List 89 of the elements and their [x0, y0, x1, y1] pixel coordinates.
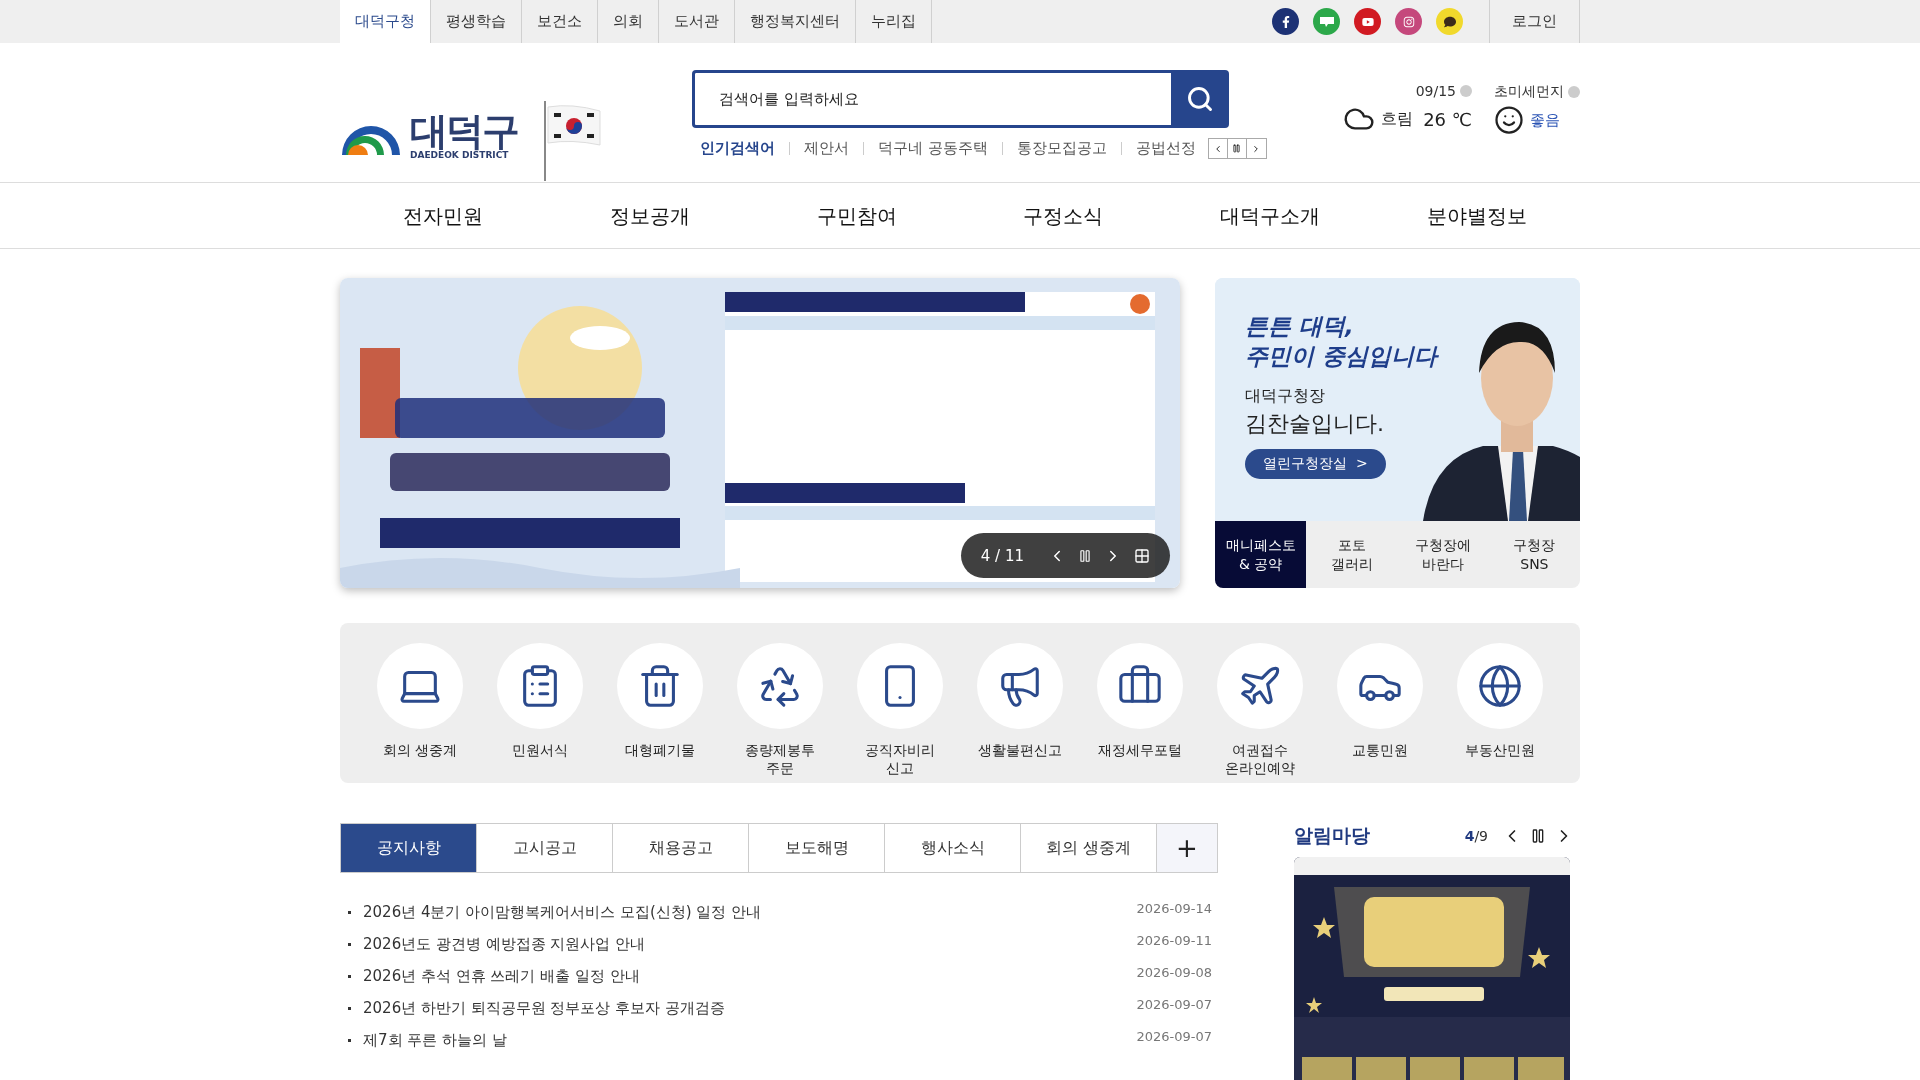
slide-counter: 4 / 11: [980, 546, 1024, 565]
slogan: 튼튼 대덕,: [1245, 312, 1355, 341]
social-link[interactable]: [1436, 8, 1463, 35]
site-tab[interactable]: 도서관: [659, 0, 735, 43]
site-tab[interactable]: 행정복지센터: [735, 0, 856, 43]
quick-link[interactable]: 부동산민원: [1445, 643, 1555, 760]
office-button[interactable]: 열린구청장실 >: [1245, 448, 1386, 479]
site-tab[interactable]: 의회: [598, 0, 659, 43]
social-link[interactable]: [1354, 8, 1381, 35]
pause-button[interactable]: [1078, 548, 1092, 563]
nav-item[interactable]: 전자민원: [340, 202, 547, 230]
weather-condition: 흐림: [1381, 108, 1414, 130]
post-title[interactable]: 2026년 하반기 퇴직공무원 정부포상 후보자 공개검증: [363, 999, 725, 1018]
board-tab[interactable]: 공지사항: [341, 824, 477, 872]
slide-counter: 4/9: [1464, 828, 1488, 844]
quick-link[interactable]: 재정세무포털: [1085, 643, 1195, 760]
speech-bubble-icon: [1443, 15, 1456, 28]
quick-link[interactable]: 생활불편신고: [965, 643, 1075, 760]
play-icon: [1361, 15, 1374, 28]
mayor-tab[interactable]: 매니페스토 & 공약: [1215, 521, 1307, 588]
quick-link[interactable]: 회의 생중계: [365, 643, 475, 760]
nav-item[interactable]: 구정소식: [960, 202, 1167, 230]
popular-term[interactable]: 제안서: [804, 139, 849, 158]
quick-link[interactable]: 대형폐기물: [605, 643, 715, 760]
quick-link-label: 부동산민원: [1465, 741, 1535, 760]
quick-link-label: 종량제봉투 주문: [745, 741, 815, 778]
site-tab[interactable]: 누리집: [856, 0, 932, 43]
quick-link-label: 재정세무포털: [1098, 741, 1182, 760]
slogan: 주민이 중심입니다: [1245, 341, 1440, 371]
quick-link-label: 교통민원: [1352, 741, 1408, 760]
quick-link-label: 회의 생중계: [382, 741, 458, 760]
quick-link[interactable]: 종량제봉투 주문: [725, 643, 835, 778]
speech-bubble-icon: [1318, 15, 1335, 28]
post-title[interactable]: 2026년 추석 연휴 쓰레기 배출 일정 안내: [363, 967, 640, 986]
mayor-title: 대덕구청장: [1245, 385, 1326, 407]
logo-name: 대덕구: [410, 112, 518, 150]
pause-button[interactable]: [1530, 828, 1546, 844]
search-field[interactable]: 검색어를 입력하세요: [692, 70, 1171, 128]
post-date: 2026-09-08: [1136, 965, 1212, 980]
popular-term[interactable]: 덕구네 공동주택: [878, 139, 988, 158]
post-date: 2026-09-07: [1136, 1029, 1212, 1044]
post-date: 2026-09-14: [1136, 901, 1212, 916]
search-icon: [1186, 85, 1214, 113]
nav-item[interactable]: 대덕구소개: [1166, 202, 1374, 230]
post-title[interactable]: 제7회 푸른 하늘의 날: [363, 1031, 507, 1050]
quick-link[interactable]: 여권접수 온라인예약: [1205, 643, 1315, 778]
mayor-tab[interactable]: 포토 갤러리: [1306, 521, 1398, 588]
section-title: 알림마당: [1294, 823, 1370, 848]
post-date: 2026-09-11: [1136, 933, 1212, 948]
quick-link-label: 민원서식: [512, 741, 568, 760]
smile-icon: [1494, 105, 1524, 135]
site-tab[interactable]: 대덕구청: [340, 0, 431, 43]
air-status: 좋음: [1530, 110, 1560, 130]
grid-button[interactable]: [1134, 547, 1150, 564]
nav-item[interactable]: 정보공개: [546, 202, 754, 230]
pause-icon: [1078, 548, 1092, 563]
search-button[interactable]: [1171, 70, 1229, 128]
weather-date: 09/15: [1415, 83, 1456, 99]
globe-icon: [1477, 663, 1523, 709]
quick-link-label: 생활불편신고: [978, 741, 1062, 760]
nav-item[interactable]: 분야별정보: [1373, 202, 1581, 230]
quick-link-label: 대형폐기물: [625, 741, 695, 760]
mayor-tab[interactable]: 구청장에 바란다: [1397, 521, 1489, 588]
mayor-tab[interactable]: 구청장 SNS: [1488, 521, 1580, 588]
nav-item[interactable]: 구민참여: [753, 202, 960, 230]
temperature: 26 ℃: [1423, 108, 1472, 130]
camera-icon: [1402, 15, 1415, 28]
pause-icon: [1530, 828, 1546, 844]
social-link[interactable]: [1272, 8, 1299, 35]
quick-link-label: 공직자비리 신고: [865, 741, 935, 778]
site-tab[interactable]: 보건소: [522, 0, 598, 43]
quick-link[interactable]: 민원서식: [485, 643, 595, 760]
more-button[interactable]: +: [1157, 824, 1217, 872]
login-link[interactable]: 로그인: [1489, 0, 1580, 43]
air-label: 초미세먼지: [1494, 83, 1564, 101]
popular-label: 인기검색어: [700, 139, 775, 158]
popular-term[interactable]: 공법선정: [1135, 139, 1196, 158]
mayor-name: 김찬술입니다.: [1245, 409, 1385, 438]
post-title[interactable]: 2026년도 광견병 예방접종 지원사업 안내: [363, 935, 646, 954]
popular-term[interactable]: 통장모집공고: [1016, 139, 1107, 158]
grid-icon: [1134, 547, 1150, 564]
quick-link[interactable]: 공직자비리 신고: [845, 643, 955, 778]
site-tab[interactable]: 평생학습: [431, 0, 522, 43]
quick-link[interactable]: 교통민원: [1325, 643, 1435, 760]
post-date: 2026-09-07: [1136, 997, 1212, 1012]
logo-subtitle: DAEDEOK DISTRICT: [410, 150, 509, 160]
pause-icon: [1232, 144, 1242, 153]
quick-link-label: 여권접수 온라인예약: [1225, 741, 1295, 778]
post-title[interactable]: 2026년 4분기 아이맘행복케어서비스 모집(신청) 일정 안내: [363, 903, 762, 922]
